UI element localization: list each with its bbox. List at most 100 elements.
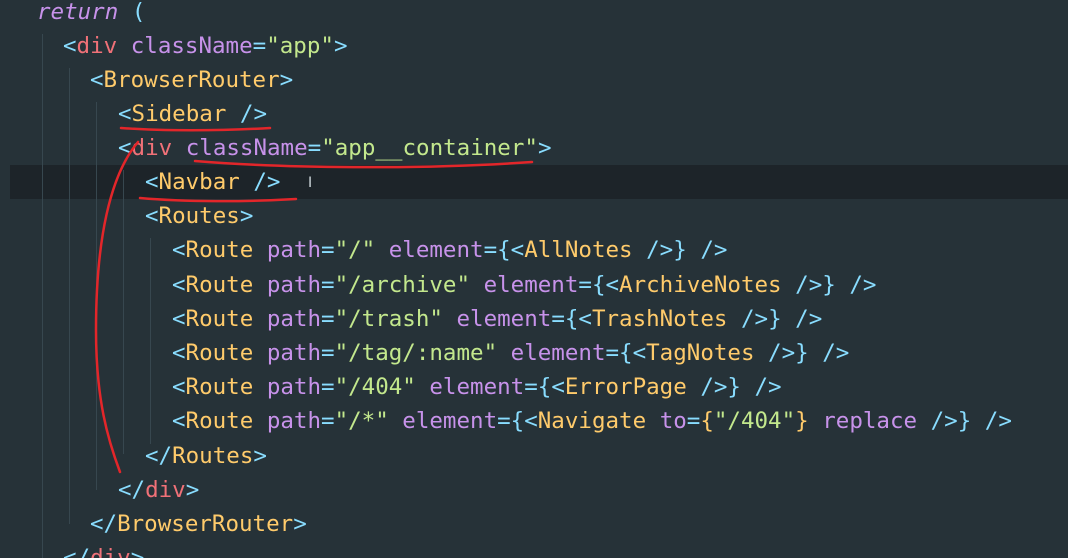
code-token: "app" [266, 33, 334, 59]
code-token: </ [63, 545, 91, 558]
code-token: Route [185, 237, 254, 263]
code-token: } [795, 340, 809, 366]
code-line[interactable]: <div className="app__container"> [118, 131, 552, 165]
code-token: </ [118, 477, 146, 503]
code-token: > [333, 33, 348, 59]
code-token: /> [781, 306, 823, 332]
code-token: < [118, 135, 132, 161]
code-token: Sidebar [131, 101, 227, 127]
code-token: </ [145, 443, 173, 469]
code-token: = [524, 374, 538, 400]
code-token: < [172, 272, 186, 298]
code-line[interactable]: <Route path="/trash" element={<TrashNote… [172, 302, 822, 336]
code-token: < [551, 374, 565, 400]
code-token: < [632, 340, 647, 366]
code-token: /> [632, 237, 674, 263]
code-token: = [686, 408, 701, 434]
code-token: = [321, 408, 335, 434]
code-line[interactable]: <div className="app"> [63, 29, 347, 63]
code-token: element [402, 408, 498, 434]
code-token: { [537, 374, 552, 400]
code-line[interactable]: <Route path="/archive" element={<Archive… [172, 268, 876, 302]
code-token: } [768, 306, 782, 332]
code-token: element [456, 306, 552, 332]
code-token: /> [754, 340, 796, 366]
code-token: ArchiveNotes [619, 272, 782, 298]
code-token: < [90, 67, 104, 93]
code-token: } [957, 408, 972, 434]
code-token: { [700, 408, 714, 434]
code-token: = [321, 374, 335, 400]
code-token: Route [185, 408, 254, 434]
code-token: path [266, 272, 322, 298]
code-token: Navbar [158, 169, 240, 195]
code-line[interactable]: </Routes> [145, 439, 267, 473]
code-line[interactable]: <Routes> [145, 199, 253, 233]
code-token: Routes [172, 443, 254, 469]
code-token: BrowserRouter [117, 511, 294, 537]
code-token: BrowserRouter [103, 67, 280, 93]
code-line[interactable]: <BrowserRouter> [90, 63, 293, 97]
code-token: < [172, 306, 186, 332]
indent-guide [150, 238, 151, 444]
code-line[interactable]: </div> [118, 473, 199, 507]
code-token: path [266, 408, 322, 434]
code-token: = [605, 340, 620, 366]
code-token: = [321, 272, 335, 298]
code-token: { [591, 272, 606, 298]
code-token: < [172, 374, 186, 400]
code-token: TagNotes [646, 340, 755, 366]
code-token: TrashNotes [591, 306, 728, 332]
code-line[interactable]: <Sidebar /> [118, 97, 267, 131]
code-token: return [37, 0, 119, 25]
code-line[interactable]: <Route path="/" element={<AllNotes />} /… [172, 233, 727, 267]
code-token: /> [835, 272, 877, 298]
code-token: path [266, 374, 322, 400]
code-token: path [266, 237, 322, 263]
code-token: Route [185, 272, 254, 298]
code-token: </ [90, 511, 118, 537]
indent-guide [42, 34, 43, 558]
code-token: / [239, 169, 267, 195]
code-line[interactable]: <Route path="/tag/:name" element={<TagNo… [172, 336, 849, 370]
code-token: < [145, 203, 159, 229]
code-token: Route [185, 340, 254, 366]
code-token: > [239, 203, 254, 229]
code-token: "/" [334, 237, 376, 263]
code-line[interactable]: <Route path="/*" element={<Navigate to={… [172, 404, 1012, 438]
code-token: "/404" [713, 408, 796, 434]
code-token: element [388, 237, 484, 263]
code-token: < [172, 340, 186, 366]
code-token: Routes [158, 203, 240, 229]
code-token: { [510, 408, 525, 434]
code-token: { [564, 306, 579, 332]
code-token: path [266, 340, 322, 366]
code-line[interactable]: </div> [63, 541, 144, 558]
code-token: < [578, 306, 592, 332]
code-token: = [321, 237, 335, 263]
code-token: > [185, 477, 200, 503]
code-token: "/tag/:name" [334, 340, 498, 366]
code-token: = [551, 306, 565, 332]
code-token: < [145, 169, 159, 195]
code-token: < [524, 408, 538, 434]
code-token: < [510, 237, 525, 263]
code-editor[interactable]: return ( <div className="app"> <BrowserR… [0, 0, 1068, 558]
code-token: div [76, 33, 118, 59]
code-line[interactable]: return ( [37, 0, 145, 29]
code-line-current[interactable]: <Navbar /> [145, 165, 280, 199]
code-line[interactable]: </BrowserRouter> [90, 507, 307, 541]
code-token: /> [686, 237, 728, 263]
code-token: replace [822, 408, 918, 434]
code-token: div [145, 477, 186, 503]
code-line[interactable]: <Route path="/404" element={<ErrorPage /… [172, 370, 782, 404]
